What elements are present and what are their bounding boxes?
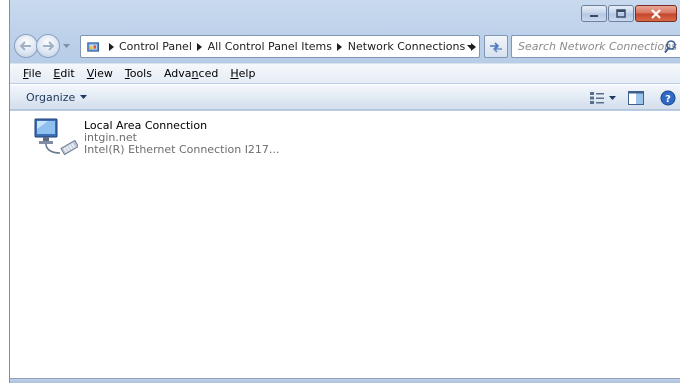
chevron-down-icon <box>609 95 616 100</box>
back-arrow-icon <box>19 41 31 51</box>
address-dropdown-button[interactable] <box>464 41 476 53</box>
chevron-right-icon <box>108 42 114 51</box>
control-panel-icon <box>87 41 100 52</box>
change-view-icon <box>590 92 604 104</box>
connection-item[interactable]: Local Area Connection intgin.net Intel(R… <box>32 117 279 161</box>
close-icon <box>651 8 661 19</box>
command-bar: Organize ? <box>10 84 680 110</box>
chevron-down-icon <box>80 94 88 99</box>
menu-tools[interactable]: Tools <box>119 67 158 80</box>
command-bar-right: ? <box>586 88 680 108</box>
menu-view[interactable]: View <box>81 67 119 80</box>
search-box[interactable]: Search Network Connections <box>511 35 680 58</box>
chevron-down-icon <box>466 44 474 49</box>
caption-buttons <box>581 5 677 22</box>
address-bar[interactable]: Control Panel All Control Panel Items Ne… <box>80 35 480 58</box>
chevron-down-icon <box>62 43 70 48</box>
change-view-button[interactable] <box>586 88 620 108</box>
chevron-right-icon <box>337 42 343 51</box>
breadcrumb-separator[interactable] <box>105 42 117 52</box>
close-button[interactable] <box>635 5 677 22</box>
network-adapter-icon <box>34 118 78 156</box>
connection-details: Local Area Connection intgin.net Intel(R… <box>84 117 279 161</box>
breadcrumb-network-connections[interactable]: Network Connections <box>346 40 467 53</box>
preview-pane-icon <box>628 91 644 105</box>
maximize-icon <box>616 9 626 18</box>
search-icon[interactable] <box>664 40 677 54</box>
help-icon: ? <box>660 90 676 106</box>
breadcrumb-separator[interactable] <box>194 42 206 52</box>
search-input[interactable]: Search Network Connections <box>518 40 677 53</box>
connections-list: Local Area Connection intgin.net Intel(R… <box>10 111 680 378</box>
explorer-window: Control Panel All Control Panel Items Ne… <box>9 0 680 383</box>
back-button[interactable] <box>14 34 38 58</box>
menu-advanced[interactable]: Advanced <box>158 67 224 80</box>
menu-bar: File Edit View Tools Advanced Help <box>10 63 680 83</box>
organize-button[interactable]: Organize <box>26 90 88 104</box>
breadcrumb-separator[interactable] <box>334 42 346 52</box>
maximize-button[interactable] <box>608 5 634 22</box>
breadcrumb-all-control-panel-items[interactable]: All Control Panel Items <box>206 40 334 53</box>
menu-edit[interactable]: Edit <box>47 67 80 80</box>
organize-label: Organize <box>26 90 76 104</box>
minimize-icon <box>590 14 598 17</box>
connection-adapter: Intel(R) Ethernet Connection I217... <box>84 143 280 156</box>
svg-text:?: ? <box>665 94 671 105</box>
breadcrumb-control-panel[interactable]: Control Panel <box>117 40 194 53</box>
forward-arrow-icon <box>43 41 55 51</box>
refresh-icon <box>490 41 502 53</box>
navigation-row: Control Panel All Control Panel Items Ne… <box>10 33 680 59</box>
history-navigation <box>14 34 71 58</box>
window-bottom-border <box>10 378 680 383</box>
forward-button[interactable] <box>36 34 60 58</box>
minimize-button[interactable] <box>581 5 607 22</box>
help-button[interactable]: ? <box>656 88 680 108</box>
menu-help[interactable]: Help <box>224 67 261 80</box>
preview-pane-button[interactable] <box>624 88 648 108</box>
recent-pages-button[interactable] <box>61 41 71 51</box>
refresh-button[interactable] <box>484 35 508 58</box>
menu-file[interactable]: File <box>17 67 47 80</box>
chevron-right-icon <box>197 42 203 51</box>
